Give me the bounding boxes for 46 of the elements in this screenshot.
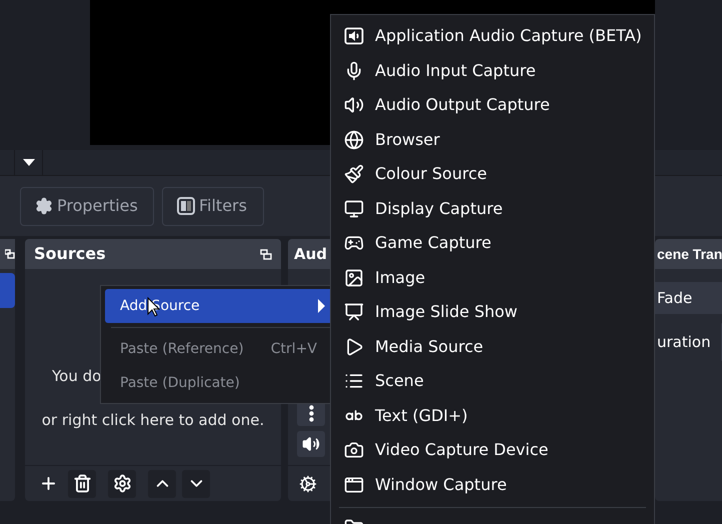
empty-text: or right click here to add one. [42,410,264,431]
menu-item[interactable]: Scene [331,364,654,398]
image-icon [344,268,364,288]
mute-button[interactable] [297,431,325,457]
panel-title: Sources [34,243,106,265]
settings-icon [112,474,132,493]
filters-button[interactable]: Filters [162,186,264,226]
panel-title: Aud [294,244,328,265]
undock-icon [5,249,15,259]
down-button[interactable] [182,470,210,498]
remove-button[interactable] [68,470,96,498]
panel-title: cene Tran [657,244,722,264]
duration-label: uration [656,332,711,353]
up-button[interactable] [148,470,176,498]
menu-item[interactable]: Browser [331,122,654,157]
globe-icon [344,130,364,150]
speaker-icon [344,95,364,116]
brush-icon [344,164,364,184]
settings-button[interactable] [108,470,136,498]
menu-item[interactable]: Audio Output Capture [331,88,654,122]
speaker-icon [302,435,320,453]
caret-icon [22,159,34,166]
menu-item[interactable]: Media Source [331,330,654,364]
speaker-box-icon [344,26,364,46]
submenu-arrow-icon [318,299,325,313]
more-icon [308,404,314,422]
menu-item[interactable]: Game Capture [331,226,654,260]
empty-text: You do [51,366,102,387]
menu-item[interactable]: Text (GDI+) [331,398,654,433]
menu-item[interactable]: Video Capture Device [331,433,654,468]
menu-item[interactable]: Application Audio Capture (BETA) [331,19,654,54]
menu-item[interactable]: Image [331,260,654,295]
presentation-icon [344,302,364,322]
properties-button[interactable]: Properties [20,186,154,226]
menu-item[interactable]: Window Capture [331,468,654,502]
camera-icon [344,440,364,460]
menu-item[interactable]: Audio Input Capture [331,54,654,88]
trash-icon [72,474,92,493]
menu-item[interactable]: Display Capture [331,192,654,226]
monitor-icon [344,198,364,219]
window-icon [344,474,364,495]
transition-select[interactable]: Fade [655,282,722,314]
menu-item[interactable]: Image Slide Show [331,295,654,330]
filter-icon [177,197,195,215]
menu-item[interactable]: Colour Source [331,157,654,192]
undock-icon [260,248,272,260]
